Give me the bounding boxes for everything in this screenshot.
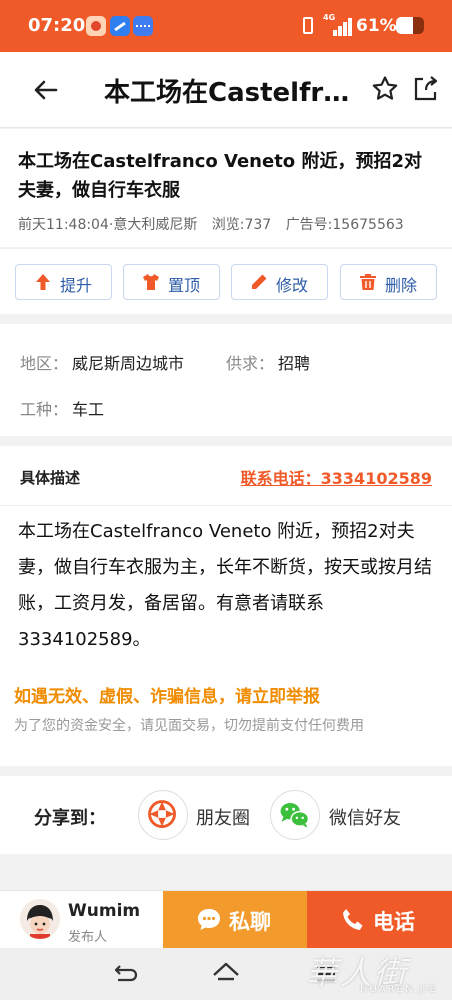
share-wechat-button[interactable]: [270, 790, 320, 840]
page-title: 本工场在Castelfranco Veneto 附近，预招2对夫妻，做自行车衣服: [104, 78, 350, 108]
app-notification-icon: [110, 16, 130, 36]
post-title: 本工场在Castelfranco Veneto 附近，预招2对夫妻，做自行车衣服: [18, 151, 422, 201]
battery-percent: 61%: [356, 16, 397, 36]
post-time-location: 前天11:48:04·意大利威尼斯: [18, 217, 198, 233]
share-button[interactable]: [410, 74, 440, 104]
arrow-left-icon: [34, 80, 58, 100]
nav-home-button[interactable]: [212, 961, 240, 987]
pin-top-button[interactable]: 置顶: [123, 264, 220, 300]
job-value: 车工: [72, 400, 105, 419]
vibrate-icon: [303, 17, 313, 34]
network-type: 4G: [323, 13, 336, 22]
menu-icon: [317, 965, 335, 983]
description-body: 本工场在Castelfranco Veneto 附近，预招2对夫妻，做自行车衣服…: [18, 521, 432, 650]
private-message-button[interactable]: 私聊: [163, 891, 307, 949]
status-time: 07:20: [28, 15, 86, 36]
call-label: 电话: [373, 910, 415, 934]
trash-icon: [360, 274, 376, 290]
system-navigation-bar: [0, 948, 452, 1000]
info-supply: 供求： 招聘: [226, 350, 310, 374]
job-key: 工种：: [20, 400, 69, 419]
nav-menu-button[interactable]: [312, 961, 340, 987]
post-ad-id: 广告号:15675563: [285, 217, 404, 233]
app-header: 本工场在Castelfranco Veneto 附近，预招2对夫妻，做自行车衣服: [0, 52, 452, 128]
avatar-icon: [20, 899, 60, 939]
avatar[interactable]: [20, 899, 60, 939]
contact-bar: Wumim 发布人 私聊 电话: [0, 890, 452, 949]
info-region: 地区： 威尼斯周边城市: [20, 350, 184, 374]
post-title-card: 本工场在Castelfranco Veneto 附近，预招2对夫妻，做自行车衣服…: [0, 129, 452, 247]
report-warning[interactable]: 如遇无效、虚假、诈骗信息，请立即举报: [14, 682, 320, 707]
shirt-icon: [143, 274, 159, 290]
star-icon: [372, 76, 398, 100]
back-gesture-icon: [114, 965, 138, 982]
favorite-button[interactable]: [370, 74, 400, 104]
delete-button[interactable]: 删除: [340, 264, 437, 300]
region-key: 地区：: [20, 354, 69, 373]
share-icon: [414, 76, 438, 101]
wechat-icon: [280, 803, 310, 828]
status-bar: 07:20 4G 61%: [0, 0, 452, 52]
poster-role: 发布人: [68, 930, 108, 945]
phone-icon: [343, 909, 363, 930]
poster-name[interactable]: Wumim: [68, 901, 140, 921]
home-icon: [213, 962, 239, 981]
call-button[interactable]: 电话: [307, 891, 452, 949]
supply-key: 供求：: [226, 354, 275, 373]
moments-icon: [148, 800, 176, 828]
post-views: 浏览:737: [211, 217, 272, 233]
back-button[interactable]: [30, 74, 62, 106]
safety-notice: 为了您的资金安全，请见面交易，切勿提前支付任何费用: [14, 718, 364, 734]
share-section: 分享到： 朋友圈 微信好友: [0, 776, 452, 854]
supply-value: 招聘: [278, 354, 311, 373]
delete-label: 删除: [385, 276, 418, 295]
app-notification-icon: [86, 16, 106, 36]
info-job: 工种： 车工: [20, 396, 104, 420]
private-message-label: 私聊: [229, 910, 271, 934]
edit-button[interactable]: 修改: [231, 264, 328, 300]
contact-phone-link[interactable]: 联系电话：3334102589: [241, 465, 432, 489]
post-info: 地区： 威尼斯周边城市 供求： 招聘 工种： 车工: [0, 324, 452, 436]
chat-bubble-icon: [198, 909, 220, 930]
share-moments-label[interactable]: 朋友圈: [196, 804, 250, 830]
post-actions: 提升 置顶 修改 删除: [0, 248, 452, 314]
pin-top-label: 置顶: [168, 276, 201, 295]
app-notification-icon: [133, 16, 153, 36]
arrow-up-icon: [36, 274, 50, 290]
share-moments-button[interactable]: [138, 790, 188, 840]
nav-back-button[interactable]: [112, 961, 140, 987]
edit-label: 修改: [276, 276, 309, 295]
description-section: 具体描述 联系电话：3334102589 本工场在Castelfranco Ve…: [0, 446, 452, 766]
battery-icon: [396, 17, 424, 34]
share-label: 分享到：: [34, 808, 106, 829]
pencil-icon: [252, 274, 267, 289]
region-value: 威尼斯周边城市: [72, 354, 185, 373]
description-header: 具体描述 联系电话：3334102589: [0, 446, 452, 506]
signal-icon: 4G: [323, 13, 353, 36]
description-label: 具体描述: [20, 469, 81, 487]
post-meta: 前天11:48:04·意大利威尼斯 浏览:737 广告号:15675563: [18, 214, 414, 234]
promote-label: 提升: [60, 276, 93, 295]
promote-button[interactable]: 提升: [15, 264, 112, 300]
share-wechat-label[interactable]: 微信好友: [329, 804, 401, 830]
